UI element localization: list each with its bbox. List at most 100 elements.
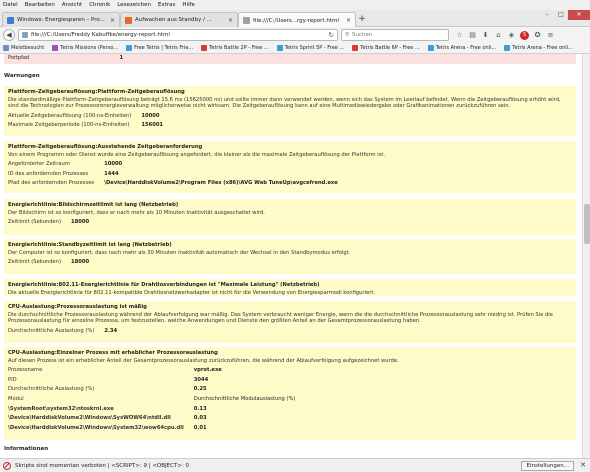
- bookmark-favicon-icon: [201, 45, 208, 51]
- card-description: Der Bildschirm ist so konfiguriert, dass…: [8, 209, 265, 216]
- bookmark-favicon-icon: [126, 45, 133, 51]
- menu-item-lesezeichen[interactable]: Lesezeichen: [117, 0, 151, 10]
- close-icon[interactable]: ✕: [580, 461, 586, 469]
- menu-item-ansicht[interactable]: Ansicht: [62, 0, 82, 10]
- tab-label: Windows: Energiesparen – Pro...: [17, 17, 105, 23]
- bookmark-label: Tetris Sprint 5P - Free ...: [284, 45, 345, 51]
- card-details: Prozessname vprot.exe PID 3044 Durchschnit…: [8, 367, 295, 434]
- detail-value: \Device\HarddiskVolume2\Program Files (x…: [104, 180, 338, 187]
- detail-value: 0.13: [193, 405, 207, 412]
- window-close-icon[interactable]: ✕: [568, 10, 590, 20]
- bookmark-item[interactable]: Tetris Battle 6P - Free ...: [352, 45, 420, 51]
- search-input[interactable]: ⚲ Suchen: [341, 29, 449, 41]
- detail-key: Durchschnittliche Auslastung (%): [8, 327, 95, 334]
- addon-icon[interactable]: ✪: [533, 31, 542, 40]
- menu-hamburger-icon[interactable]: ≡: [546, 31, 555, 40]
- addon-shield-icon[interactable]: ◈: [507, 31, 516, 40]
- warning-card-standby-timeout: Energierichtlinie:Standbyzeitlimit ist l…: [4, 239, 576, 274]
- card-title: Energierichtlinie:Standbyzeitlimit ist l…: [8, 242, 172, 248]
- url-text[interactable]: file:///C:/Users/Freddy Kabuffke/energy-…: [31, 32, 170, 38]
- warning-card-cpu-single-process: CPU-Auslastung:Einzelner Prozess mit erh…: [4, 347, 576, 440]
- bookmark-item[interactable]: Free Tetris | Tetris Frie...: [126, 45, 193, 51]
- detail-value: 0.01: [193, 424, 207, 431]
- detail-row: \Device\HarddiskVolume2\Windows\SysWOW64…: [8, 415, 295, 425]
- detail-row: ID des anfordernden Prozesses 1444: [8, 171, 338, 181]
- menu-item-datei[interactable]: Datei: [3, 0, 18, 10]
- detail-value: 156001: [141, 122, 164, 129]
- noscript-icon[interactable]: S: [520, 30, 529, 40]
- bookmark-item[interactable]: Meistbesucht: [3, 45, 44, 51]
- detail-value: 1444: [104, 170, 119, 177]
- bookmark-item[interactable]: Tetris Missions (Perso...: [52, 45, 118, 51]
- home-icon[interactable]: ⌂: [494, 31, 503, 40]
- warning-card-display-timeout: Energierichtlinie:Bildschirmzeitlimit is…: [4, 199, 576, 235]
- information-heading: Informationen: [4, 446, 49, 452]
- card-details: Zeitlimit (Sekunden) 18000: [8, 219, 89, 229]
- search-icon: ⚲: [345, 32, 350, 38]
- tab-favicon-icon: [7, 16, 14, 24]
- warning-card-cpu-moderate: CPU-Auslastung:Prozessorauslastung ist m…: [4, 301, 576, 343]
- tab-aufwachen[interactable]: Aufwachen aus Standby / ... ✕: [120, 12, 238, 27]
- vertical-scrollbar[interactable]: [582, 54, 590, 458]
- detail-value: 0.03: [193, 415, 207, 422]
- reload-icon[interactable]: ↻: [329, 31, 334, 39]
- bookmark-folder-icon: [3, 45, 9, 51]
- detail-key: Angeforderter Zeitraum: [8, 161, 70, 168]
- bookmark-label: Tetris Arena - Free onli...: [512, 45, 573, 51]
- tab-favicon-icon: [243, 17, 250, 24]
- new-tab-icon[interactable]: +: [356, 14, 368, 26]
- minimize-icon[interactable]: –: [540, 10, 554, 20]
- tab-label: file:///C:/Users...rgy-report.html: [253, 17, 339, 24]
- close-icon[interactable]: ✕: [228, 17, 233, 24]
- status-text: Skripte sind momentan verboten | <SCRIPT…: [15, 462, 190, 469]
- page-content[interactable]: Portpfad 1 Warnungen Plattform-Zeitgeber…: [0, 54, 590, 458]
- scrollbar-thumb[interactable]: [584, 204, 590, 244]
- bookmark-item[interactable]: Tetris Battle 2P - Free ...: [201, 45, 269, 51]
- menu-item-chronik[interactable]: Chronik: [89, 0, 110, 10]
- detail-key: Pfad des anfordernden Prozesses: [8, 180, 95, 187]
- bookmark-label: Tetris Missions (Perso...: [60, 45, 119, 51]
- card-title: CPU-Auslastung:Einzelner Prozess mit erh…: [8, 350, 218, 356]
- close-icon[interactable]: ✕: [346, 17, 351, 24]
- back-icon[interactable]: ◀: [3, 29, 15, 41]
- bookmark-label: Meistbesucht: [11, 45, 45, 51]
- detail-row: Pfad des anfordernden Prozesses \Device\H…: [8, 180, 338, 190]
- warnings-heading: Warnungen: [4, 73, 40, 79]
- bookmark-favicon-icon: [352, 45, 359, 51]
- bookmark-item[interactable]: Tetris Arena - Free onli...: [427, 45, 496, 51]
- detail-key: ID des anfordernden Prozesses: [8, 170, 89, 177]
- detail-key: \Device\HarddiskVolume2\Windows\System32…: [8, 424, 184, 431]
- menu-item-hilfe[interactable]: Hilfe: [182, 0, 195, 10]
- detail-row: Zeitlimit (Sekunden) 18000: [8, 219, 89, 229]
- detail-value: 2.34: [104, 327, 118, 334]
- blocked-icon: [3, 461, 11, 470]
- detail-key: PID: [8, 376, 17, 383]
- detail-key: \SystemRoot\system32\ntoskrnl.exe: [8, 405, 114, 412]
- maximize-icon[interactable]: □: [554, 10, 568, 20]
- menu-bar: Datei Bearbeiten Ansicht Chronik Lesezei…: [0, 0, 590, 10]
- tab-energiesparen[interactable]: Windows: Energiesparen – Pro... ✕: [2, 12, 120, 27]
- download-icon[interactable]: ⬇: [481, 31, 490, 40]
- detail-row: Durchschnittliche Auslastung (%) 2.34: [8, 328, 117, 338]
- card-title: Plattform-Zeitgeberauflösung:Plattform-Z…: [8, 89, 185, 95]
- close-icon[interactable]: ✕: [110, 17, 115, 24]
- error-row-value: 1: [119, 55, 124, 61]
- bookmark-item[interactable]: Tetris Sprint 5P - Free ...: [276, 45, 345, 51]
- tab-strip: Windows: Energiesparen – Pro... ✕ Aufwac…: [0, 10, 590, 28]
- url-bar[interactable]: file:///C:/Users/Freddy Kabuffke/energy-…: [18, 29, 338, 41]
- menu-item-extras[interactable]: Extras: [158, 0, 175, 10]
- detail-key: Modul: [8, 395, 24, 402]
- card-title: Plattform-Zeitgeberauflösung:Ausstehende…: [8, 144, 203, 150]
- star-icon[interactable]: ☆: [455, 31, 464, 40]
- detail-value: 0.25: [193, 386, 207, 393]
- detail-value: 18000: [71, 219, 90, 226]
- card-title: CPU-Auslastung:Prozessorauslastung ist m…: [8, 304, 147, 310]
- detail-key: Aktuelle Zeitgeberauflösung (100-ns-Einh…: [8, 112, 132, 119]
- warning-card-wireless-policy: Energierichtlinie:802.11-Energierichtlin…: [4, 279, 576, 296]
- bookmarks-list-icon[interactable]: ▤: [468, 31, 477, 40]
- tab-energy-report[interactable]: file:///C:/Users...rgy-report.html ✕: [238, 12, 356, 28]
- settings-button[interactable]: Einstellungen...: [521, 461, 574, 471]
- page-icon: [22, 32, 28, 38]
- bookmark-item[interactable]: Tetris Arena - Free onli...: [504, 45, 573, 51]
- menu-item-bearbeiten[interactable]: Bearbeiten: [25, 0, 55, 10]
